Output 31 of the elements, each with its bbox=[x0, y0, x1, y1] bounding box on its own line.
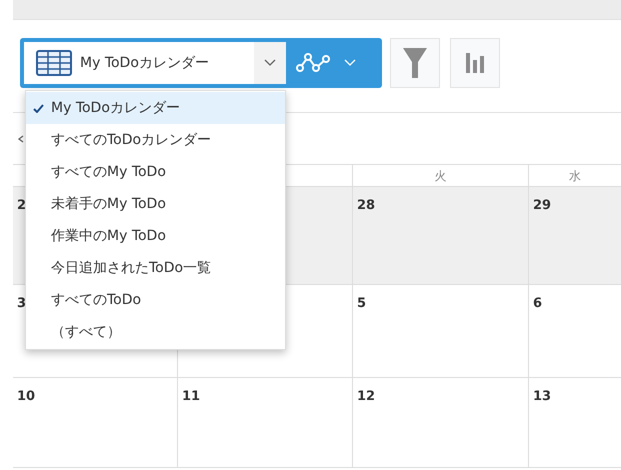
date-number: 13 bbox=[533, 389, 552, 404]
chevron-left-icon bbox=[18, 134, 24, 142]
date-number: 3 bbox=[17, 296, 26, 311]
menu-item[interactable]: すべてのToDoカレンダー bbox=[26, 124, 285, 156]
date-number: 10 bbox=[17, 389, 36, 404]
date-number: 5 bbox=[357, 296, 366, 311]
menu-item[interactable]: すべてのToDo bbox=[26, 284, 285, 316]
filter-button[interactable] bbox=[390, 38, 440, 88]
checkmark-icon bbox=[33, 104, 44, 112]
chevron-down-icon bbox=[344, 59, 356, 67]
table-icon bbox=[36, 50, 72, 76]
date-number: 11 bbox=[182, 389, 200, 404]
date-number: 28 bbox=[357, 198, 376, 213]
date-number: 12 bbox=[357, 389, 376, 404]
view-select[interactable]: My ToDoカレンダー bbox=[24, 42, 286, 84]
menu-item[interactable]: 今日追加されたToDo一覧 bbox=[26, 252, 285, 284]
date-number: 6 bbox=[533, 296, 542, 311]
date-number: 2 bbox=[17, 198, 26, 213]
bar-chart-icon bbox=[465, 52, 485, 74]
menu-item[interactable]: すべてのMy ToDo bbox=[26, 156, 285, 188]
funnel-icon bbox=[402, 46, 428, 80]
weekday-header: 火 bbox=[434, 168, 446, 184]
menu-item[interactable]: （すべて） bbox=[26, 316, 285, 348]
menu-item[interactable]: 未着手のMy ToDo bbox=[26, 188, 285, 220]
weekday-header: 水 bbox=[569, 168, 581, 184]
menu-item[interactable]: My ToDoカレンダー bbox=[26, 92, 285, 124]
line-graph-icon bbox=[296, 51, 332, 75]
chart-button[interactable] bbox=[450, 38, 500, 88]
menu-item[interactable]: 作業中のMy ToDo bbox=[26, 220, 285, 252]
chevron-down-icon bbox=[264, 59, 276, 67]
date-number: 29 bbox=[533, 198, 552, 213]
